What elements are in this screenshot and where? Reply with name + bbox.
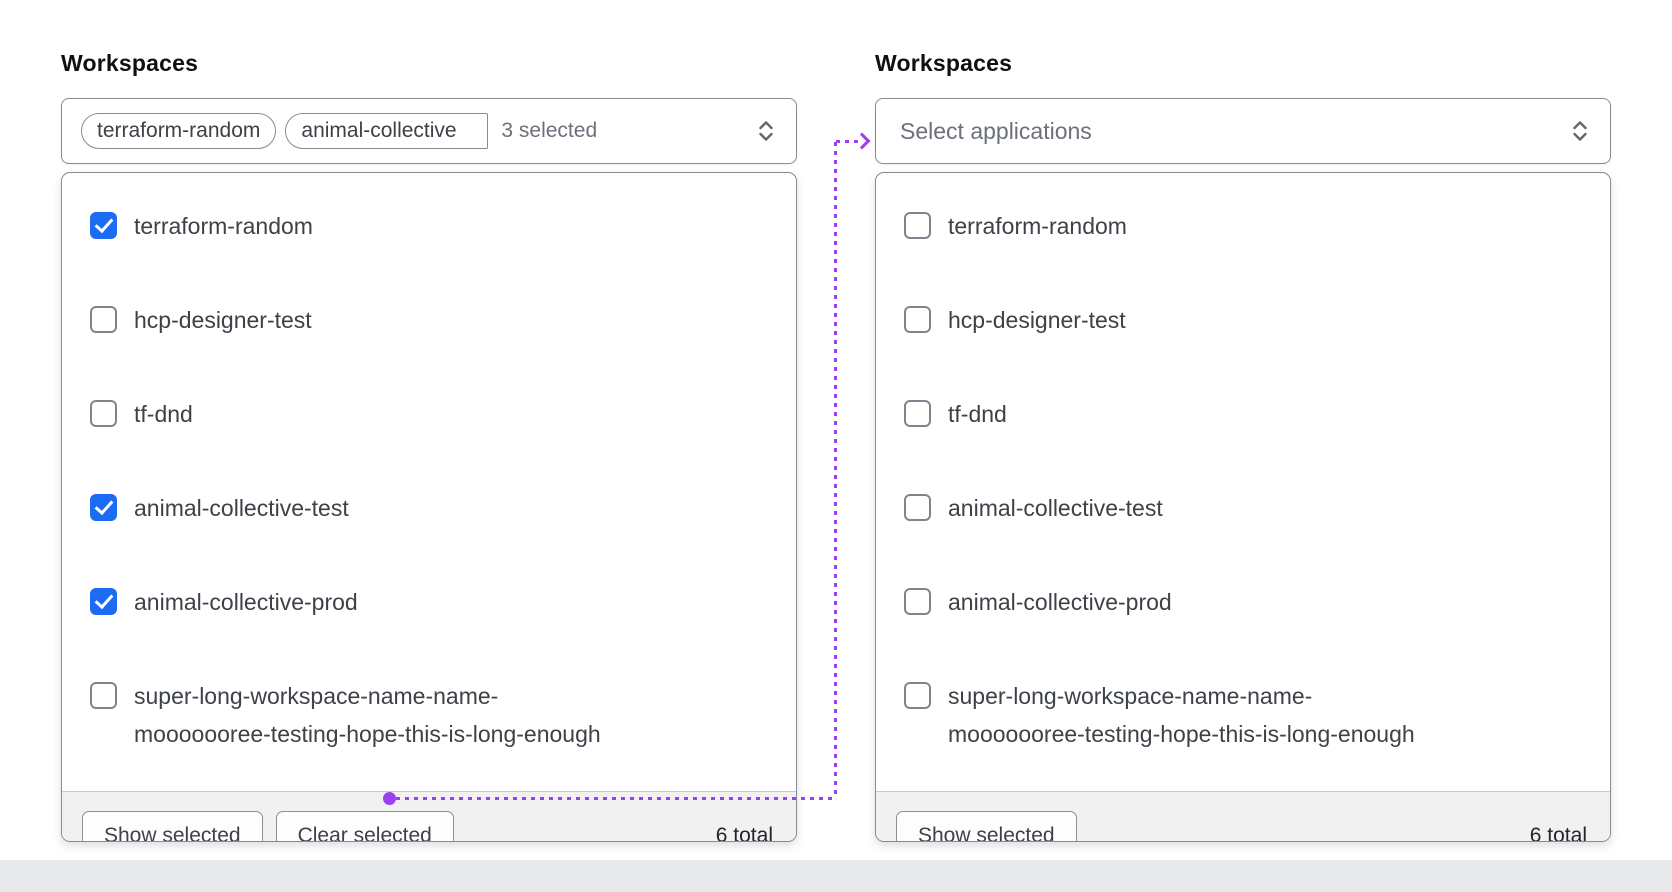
trigger-placeholder: Select applications [900,117,1092,144]
option-label: terraform-random [134,213,313,239]
workspaces-multiselect-left: Workspaces terraform-random animal-colle… [61,50,797,842]
checkbox[interactable] [90,212,117,239]
total-count: 6 total [715,824,773,842]
option-super-long-workspace[interactable]: super-long-workspace-name-name- moooooor… [82,649,772,781]
clear-selected-button[interactable]: Clear selected [275,811,454,841]
show-selected-button[interactable]: Show selected [82,811,263,841]
checkbox[interactable] [904,494,931,521]
checkbox[interactable] [904,212,931,239]
option-label: animal-collective-test [948,495,1163,521]
selected-tag-clipped[interactable]: animal-collective [285,113,489,149]
option-label-line2: mooooooree-testing-hope-this-is-long-eno… [134,721,601,747]
options-list: terraform-random hcp-designer-test tf-dn… [876,173,1610,791]
chevron-up-down-icon [755,119,777,143]
show-selected-button[interactable]: Show selected [896,811,1077,841]
option-label: animal-collective-prod [948,589,1172,615]
option-label: hcp-designer-test [948,307,1126,333]
checkbox[interactable] [904,400,931,427]
connector-top-segment [836,140,860,143]
checkbox[interactable] [904,682,931,709]
option-label-line2: mooooooree-testing-hope-this-is-long-eno… [948,721,1415,747]
workspaces-multiselect-right: Workspaces Select applications terraform… [875,50,1611,842]
option-tf-dnd[interactable]: tf-dnd [82,367,772,461]
total-count: 6 total [1529,824,1587,842]
connector-arrowhead-icon [853,132,871,150]
chevron-up-down-icon [1569,119,1591,143]
option-label: tf-dnd [948,401,1007,427]
options-list: terraform-random hcp-designer-test tf-dn… [62,173,796,791]
option-tf-dnd[interactable]: tf-dnd [896,367,1586,461]
field-label: Workspaces [61,50,199,76]
selected-count: 3 selected [501,119,598,142]
option-terraform-random[interactable]: terraform-random [82,179,772,273]
checkbox[interactable] [904,306,931,333]
option-label-line1: super-long-workspace-name-name- [948,683,1313,709]
multiselect-trigger[interactable]: terraform-random animal-collective 3 sel… [61,98,797,164]
bottom-band [0,860,1672,892]
multiselect-trigger[interactable]: Select applications [875,98,1611,164]
listbox-footer: Show selected Clear selected 6 total [62,791,796,842]
checkbox[interactable] [90,400,117,427]
option-label: tf-dnd [134,401,193,427]
option-terraform-random[interactable]: terraform-random [896,179,1586,273]
checkbox[interactable] [90,494,117,521]
checkbox[interactable] [904,588,931,615]
option-super-long-workspace[interactable]: super-long-workspace-name-name- moooooor… [896,649,1586,781]
option-label: animal-collective-prod [134,589,358,615]
checkbox[interactable] [90,306,117,333]
checkbox[interactable] [90,588,117,615]
checkbox[interactable] [90,682,117,709]
options-listbox: terraform-random hcp-designer-test tf-dn… [875,172,1611,842]
option-label: super-long-workspace-name-name- moooooor… [948,677,1415,753]
option-animal-collective-test[interactable]: animal-collective-test [82,461,772,555]
option-hcp-designer-test[interactable]: hcp-designer-test [896,273,1586,367]
option-animal-collective-prod[interactable]: animal-collective-prod [896,555,1586,649]
connector-vertical-segment [834,142,837,798]
listbox-footer: Show selected 6 total [876,791,1610,842]
options-listbox: terraform-random hcp-designer-test tf-dn… [61,172,797,842]
selected-tag[interactable]: terraform-random [81,113,277,149]
option-animal-collective-prod[interactable]: animal-collective-prod [82,555,772,649]
option-label: hcp-designer-test [134,307,312,333]
option-animal-collective-test[interactable]: animal-collective-test [896,461,1586,555]
field-label: Workspaces [875,50,1013,76]
option-label: animal-collective-test [134,495,349,521]
option-label: super-long-workspace-name-name- moooooor… [134,677,601,753]
option-hcp-designer-test[interactable]: hcp-designer-test [82,273,772,367]
option-label-line1: super-long-workspace-name-name- [134,683,499,709]
option-label: terraform-random [948,213,1127,239]
